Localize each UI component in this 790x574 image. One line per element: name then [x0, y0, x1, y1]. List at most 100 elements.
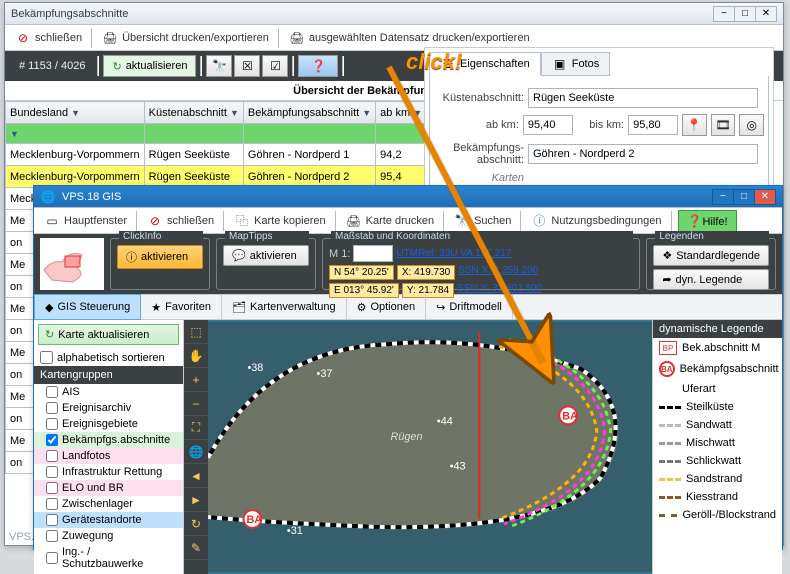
- map-group-item[interactable]: Ereignisgebiete: [34, 416, 183, 432]
- svg-text:BA: BA: [562, 410, 578, 422]
- column-header[interactable]: Küstenabschnitt ▼: [144, 102, 243, 124]
- svg-text:•31: •31: [287, 525, 303, 537]
- print-all-button[interactable]: 🖨Übersicht drucken/exportieren: [98, 28, 273, 48]
- tooltip-icon: 💬: [232, 249, 246, 262]
- svg-text:•43: •43: [450, 461, 466, 473]
- help-button[interactable]: ❓: [298, 55, 338, 77]
- map-group-item[interactable]: Ing.- / Schutzbauwerke: [34, 544, 183, 572]
- print-selected-button[interactable]: 🖨ausgewählten Datensatz drucken/exportie…: [285, 28, 534, 48]
- gis-close-button[interactable]: ⊘schließen: [143, 211, 218, 231]
- column-header[interactable]: ab km ▼: [376, 102, 427, 124]
- column-header[interactable]: Bekämpfungsabschnitt ▼: [243, 102, 375, 124]
- svg-text:Rügen: Rügen: [391, 431, 423, 443]
- check-button[interactable]: ☑: [262, 55, 288, 77]
- table-row[interactable]: Mecklenburg-VorpommernRügen SeeküsteGöhr…: [6, 144, 427, 166]
- film-button[interactable]: 🎞: [711, 114, 736, 136]
- svg-text:•44: •44: [437, 415, 453, 427]
- gis-maximize[interactable]: □: [733, 189, 755, 205]
- utm-link[interactable]: UTMRef: 33U VA 197 217: [396, 248, 511, 259]
- tab-fotos[interactable]: ▣Fotos: [541, 52, 611, 76]
- help-icon: ❓: [687, 213, 703, 229]
- map-group-item[interactable]: Infrastruktur Rettung: [34, 464, 183, 480]
- tool-refresh[interactable]: ↻: [184, 512, 208, 536]
- svg-text:BA: BA: [246, 514, 262, 526]
- sort-checkbox[interactable]: [40, 351, 53, 364]
- map-group-item[interactable]: AIS: [34, 384, 183, 400]
- copy-icon: ⿻: [234, 213, 250, 229]
- legend-item: Kiesstrand: [653, 488, 782, 506]
- overview-map[interactable]: [40, 238, 104, 290]
- kuesten-input[interactable]: [528, 88, 758, 108]
- biskm-input[interactable]: [628, 115, 678, 135]
- gis-tab[interactable]: ◆GIS Steuerung: [34, 294, 141, 320]
- clickinfo-activate[interactable]: ⓘaktivieren: [117, 245, 203, 269]
- ssnx-link[interactable]: SSN X: 8.259.200: [458, 265, 538, 280]
- close-window-button[interactable]: ✕: [755, 6, 777, 22]
- map-group-item[interactable]: Bekämpfgs.abschnitte: [34, 432, 183, 448]
- tool-draw[interactable]: ✎: [184, 536, 208, 560]
- refresh-button[interactable]: ↻aktualisieren: [103, 55, 196, 77]
- print-map-button[interactable]: 🖨Karte drucken: [342, 211, 438, 231]
- map-group-item[interactable]: Ereignisarchiv: [34, 400, 183, 416]
- hauptfenster-button[interactable]: ▭Hauptfenster: [40, 211, 131, 231]
- maximize-button[interactable]: □: [734, 6, 756, 22]
- bekabs-input[interactable]: [528, 144, 758, 164]
- map-groups-header: Kartengruppen: [34, 366, 183, 384]
- target-button[interactable]: ◎: [739, 114, 764, 136]
- photo-icon: ▣: [552, 56, 568, 72]
- gis-tab[interactable]: ★Favoriten: [141, 295, 222, 319]
- scale-input[interactable]: [353, 245, 393, 262]
- print-icon: 🖨: [346, 213, 362, 229]
- gis-minimize[interactable]: −: [712, 189, 734, 205]
- clear-button[interactable]: ☒: [234, 55, 260, 77]
- refresh-map-button[interactable]: ↻Karte aktualisieren: [38, 324, 179, 345]
- gis-tab[interactable]: ↪Driftmodell: [426, 295, 513, 319]
- tool-back[interactable]: ◄: [184, 464, 208, 488]
- gis-tab[interactable]: 🗂Kartenverwaltung: [222, 295, 347, 319]
- dyn-legend-header: dynamische Legende: [653, 320, 782, 338]
- refresh-icon: ↻: [112, 60, 121, 73]
- copy-map-button[interactable]: ⿻Karte kopieren: [230, 211, 330, 231]
- bekabs-label: Bekämpfungs- abschnitt:: [434, 142, 524, 166]
- legend-item: Schlickwatt: [653, 452, 782, 470]
- column-header[interactable]: Bundesland ▼: [6, 102, 145, 124]
- map-group-item[interactable]: Landfotos: [34, 448, 183, 464]
- maptipps-activate[interactable]: 💬aktivieren: [223, 245, 309, 266]
- legend-item: Uferart: [653, 380, 782, 398]
- binoculars-button[interactable]: 🔭: [206, 55, 232, 77]
- gis-close[interactable]: ✕: [754, 189, 776, 205]
- funnel-icon[interactable]: ▼: [10, 129, 19, 139]
- globe-icon: 🌐: [40, 189, 56, 205]
- binoculars-icon: 🔭: [454, 213, 470, 229]
- separator: [91, 27, 93, 49]
- locate-button[interactable]: 📍: [682, 114, 707, 136]
- tool-fit[interactable]: ⛶: [184, 416, 208, 440]
- std-legend-button[interactable]: ❖Standardlegende: [653, 245, 769, 266]
- dyn-legend-button[interactable]: ➦dyn. Legende: [653, 269, 769, 290]
- rules-button[interactable]: ⓘNutzungsbedingungen: [527, 211, 665, 231]
- tool-zoomout[interactable]: −: [184, 392, 208, 416]
- help-button[interactable]: ❓Hilfe!: [678, 210, 737, 232]
- map-group-item[interactable]: ELO und BR: [34, 480, 183, 496]
- tool-fwd[interactable]: ►: [184, 488, 208, 512]
- tool-select[interactable]: ⬚: [184, 320, 208, 344]
- search-button[interactable]: 🔭Suchen: [450, 211, 515, 231]
- map-group-item[interactable]: Zuwegung: [34, 528, 183, 544]
- gis-tab[interactable]: ⚙Optionen: [347, 295, 427, 319]
- map-group-item[interactable]: Zwischenlager: [34, 496, 183, 512]
- legend-item: BPBek.abschnitt M: [653, 338, 782, 358]
- close-button[interactable]: ⊘schließen: [11, 28, 86, 48]
- legend-item: Sandwatt: [653, 416, 782, 434]
- info-icon: ⓘ: [126, 249, 137, 265]
- window-title: Bekämpfungsabschnitte: [11, 8, 708, 20]
- tool-zoomin[interactable]: +: [184, 368, 208, 392]
- abkm-input[interactable]: [523, 115, 573, 135]
- tool-hand[interactable]: ✋: [184, 344, 208, 368]
- x-readout: X: 419.730: [397, 265, 455, 280]
- map-group-item[interactable]: Gerätestandorte: [34, 512, 183, 528]
- kuesten-label: Küstenabschnitt:: [434, 92, 524, 104]
- minimize-button[interactable]: −: [713, 6, 735, 22]
- tool-globe[interactable]: 🌐: [184, 440, 208, 464]
- map-canvas[interactable]: •38 •37 •44 •43 Rügen BA BA •31: [208, 320, 652, 574]
- svg-text:•38: •38: [247, 362, 263, 374]
